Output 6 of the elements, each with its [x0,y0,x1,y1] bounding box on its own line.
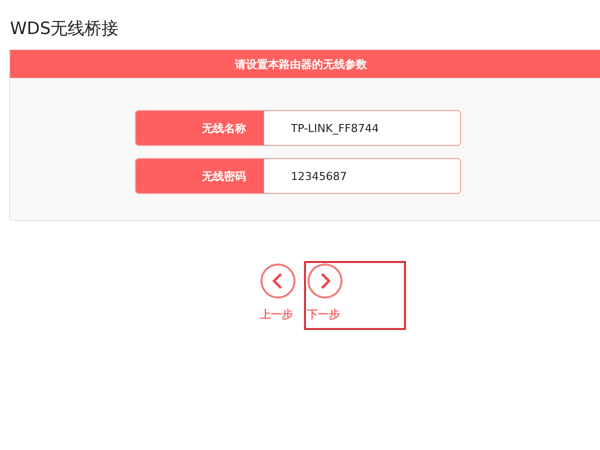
input-field[interactable]: 无线名称 TP-LINK_FF8744 [135,110,461,146]
field-label: 无线密码 [136,159,264,193]
field-label: 无线名称 [136,111,264,145]
panel-header: 请设置本路由器的无线参数 [10,50,600,78]
page-title: WDS无线桥接 [9,18,120,41]
input-field[interactable]: 无线密码 12345687 [135,158,461,194]
